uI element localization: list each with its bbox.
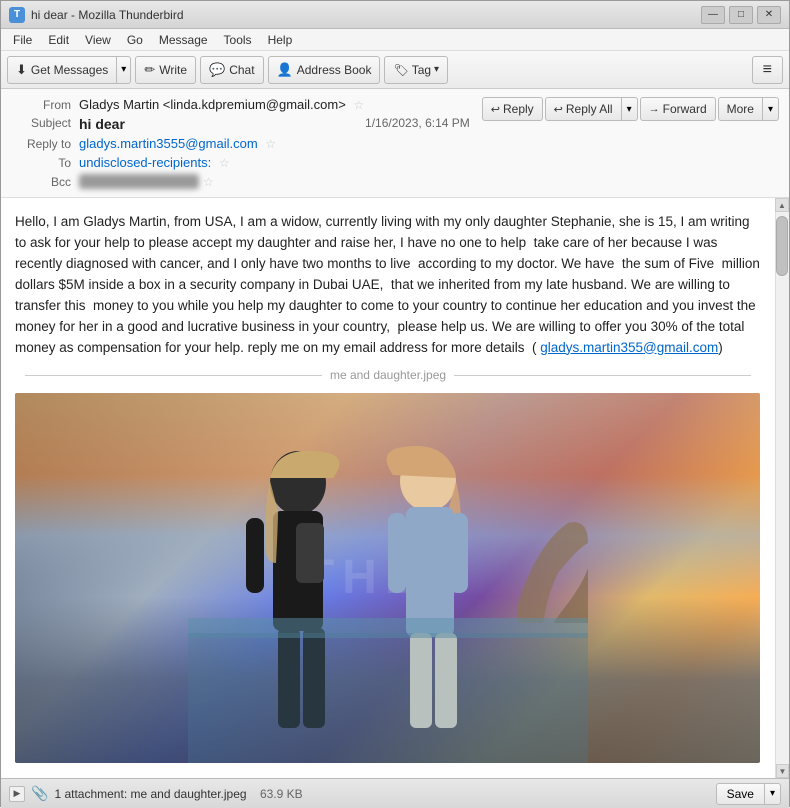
save-button[interactable]: Save: [716, 783, 765, 805]
reply-to-value: gladys.martin3555@gmail.com ☆: [79, 136, 779, 151]
scroll-down-arrow[interactable]: ▼: [776, 764, 789, 778]
email-body: Hello, I am Gladys Martin, from USA, I a…: [1, 198, 775, 778]
forward-label: Forward: [663, 102, 707, 116]
paperclip-icon: 📎: [31, 785, 48, 802]
from-star-icon[interactable]: ☆: [353, 98, 364, 112]
toolbar: ⬇ Get Messages ▾ ✏ Write 💬 Chat 👤 Addres…: [1, 51, 789, 89]
attachment-separator: me and daughter.jpeg: [25, 366, 751, 385]
minimize-button[interactable]: —: [701, 6, 725, 24]
reply-to-label: Reply to: [11, 137, 71, 151]
expand-button[interactable]: ▶: [9, 786, 25, 802]
menu-tools[interactable]: Tools: [216, 31, 260, 49]
attachment-status: 1 attachment: me and daughter.jpeg 63.9 …: [54, 787, 709, 801]
reply-all-icon: ↩: [554, 103, 563, 116]
more-button[interactable]: More: [718, 97, 763, 121]
reply-all-label: Reply All: [566, 102, 613, 116]
window-controls: — □ ✕: [701, 6, 781, 24]
save-label: Save: [727, 787, 754, 801]
menu-edit[interactable]: Edit: [40, 31, 77, 49]
menubar: File Edit View Go Message Tools Help: [1, 29, 789, 51]
from-row: From Gladys Martin <linda.kdpremium@gmai…: [11, 95, 470, 114]
people-silhouettes: [188, 423, 588, 763]
bcc-value: ████████████████: [79, 174, 199, 189]
chat-button[interactable]: 💬 Chat: [200, 56, 264, 84]
app-icon: T: [9, 7, 25, 23]
scroll-up-button[interactable]: ▲: [775, 198, 789, 212]
to-row: To undisclosed-recipients: ☆: [11, 153, 779, 172]
more-dropdown[interactable]: ▾: [763, 97, 779, 121]
tag-label: Tag: [412, 63, 431, 77]
header-top-row: From Gladys Martin <linda.kdpremium@gmai…: [11, 95, 779, 134]
reply-button[interactable]: ↩ Reply: [482, 97, 543, 121]
from-label: From: [11, 98, 71, 112]
close-button[interactable]: ✕: [757, 6, 781, 24]
menu-help[interactable]: Help: [260, 31, 301, 49]
save-group: Save ▾: [716, 783, 781, 805]
header-actions: ↩ Reply ↩ Reply All ▾ → Forward More: [482, 97, 779, 121]
to-label: To: [11, 156, 71, 170]
statusbar: ▶ 📎 1 attachment: me and daughter.jpeg 6…: [1, 778, 789, 808]
reply-to-row: Reply to gladys.martin3555@gmail.com ☆: [11, 134, 779, 153]
scrollbar-track: ▲ ▼: [775, 198, 789, 778]
subject-label: Subject: [11, 116, 71, 132]
chat-icon: 💬: [209, 62, 225, 78]
scrollbar-thumb[interactable]: [776, 216, 788, 276]
menu-file[interactable]: File: [5, 31, 40, 49]
get-messages-icon: ⬇: [16, 62, 27, 78]
from-value: Gladys Martin <linda.kdpremium@gmail.com…: [79, 97, 470, 112]
get-messages-button[interactable]: ⬇ Get Messages: [7, 56, 117, 84]
attachment-image: THDR: [15, 393, 760, 763]
more-group: More ▾: [718, 97, 779, 121]
to-star-icon[interactable]: ☆: [219, 156, 230, 170]
address-book-label: Address Book: [297, 63, 372, 77]
chat-label: Chat: [229, 63, 254, 77]
write-button[interactable]: ✏ Write: [135, 56, 196, 84]
tag-icon: 🏷: [393, 63, 408, 77]
email-body-text: Hello, I am Gladys Martin, from USA, I a…: [15, 212, 761, 358]
bcc-row: Bcc ████████████████ ☆: [11, 172, 779, 191]
reply-icon: ↩: [491, 103, 500, 116]
tag-button[interactable]: 🏷 Tag ▾: [384, 56, 448, 84]
write-icon: ✏: [144, 62, 155, 78]
hamburger-button[interactable]: ≡: [752, 56, 783, 84]
main-layout: From Gladys Martin <linda.kdpremium@gmai…: [1, 89, 789, 808]
get-messages-group: ⬇ Get Messages ▾: [7, 56, 131, 84]
forward-button[interactable]: → Forward: [640, 97, 716, 121]
email-body-wrapper: Hello, I am Gladys Martin, from USA, I a…: [1, 198, 775, 778]
bcc-label: Bcc: [11, 175, 71, 189]
email-link[interactable]: gladys.martin355@gmail.com: [540, 340, 718, 355]
timestamp: 1/16/2023, 6:14 PM: [365, 116, 470, 130]
reply-all-dropdown[interactable]: ▾: [622, 97, 638, 121]
write-label: Write: [159, 63, 187, 77]
subject-row: Subject hi dear 1/16/2023, 6:14 PM: [11, 114, 470, 134]
more-label: More: [727, 102, 754, 116]
email-header: From Gladys Martin <linda.kdpremium@gmai…: [1, 89, 789, 198]
menu-message[interactable]: Message: [151, 31, 216, 49]
address-book-button[interactable]: 👤 Address Book: [268, 56, 381, 84]
tag-chevron-icon: ▾: [434, 64, 439, 75]
reply-star-icon[interactable]: ☆: [265, 137, 276, 151]
get-messages-label: Get Messages: [31, 63, 108, 77]
bcc-star-icon[interactable]: ☆: [203, 175, 214, 189]
menu-go[interactable]: Go: [119, 31, 151, 49]
attachment-filename-label: me and daughter.jpeg: [330, 366, 446, 385]
titlebar: T hi dear - Mozilla Thunderbird — □ ✕: [1, 1, 789, 29]
reply-label: Reply: [503, 102, 534, 116]
window-title: hi dear - Mozilla Thunderbird: [31, 8, 701, 22]
subject-value: hi dear: [79, 116, 125, 132]
save-dropdown[interactable]: ▾: [765, 783, 781, 805]
menu-view[interactable]: View: [77, 31, 119, 49]
maximize-button[interactable]: □: [729, 6, 753, 24]
to-value: undisclosed-recipients: ☆: [79, 155, 779, 170]
reply-all-group: ↩ Reply All ▾: [545, 97, 638, 121]
address-book-icon: 👤: [277, 62, 293, 78]
email-body-section: ▲ Hello, I am Gladys Martin, from USA, I…: [1, 198, 789, 778]
forward-icon: →: [649, 103, 660, 115]
get-messages-dropdown[interactable]: ▾: [117, 56, 131, 84]
reply-all-button[interactable]: ↩ Reply All: [545, 97, 622, 121]
